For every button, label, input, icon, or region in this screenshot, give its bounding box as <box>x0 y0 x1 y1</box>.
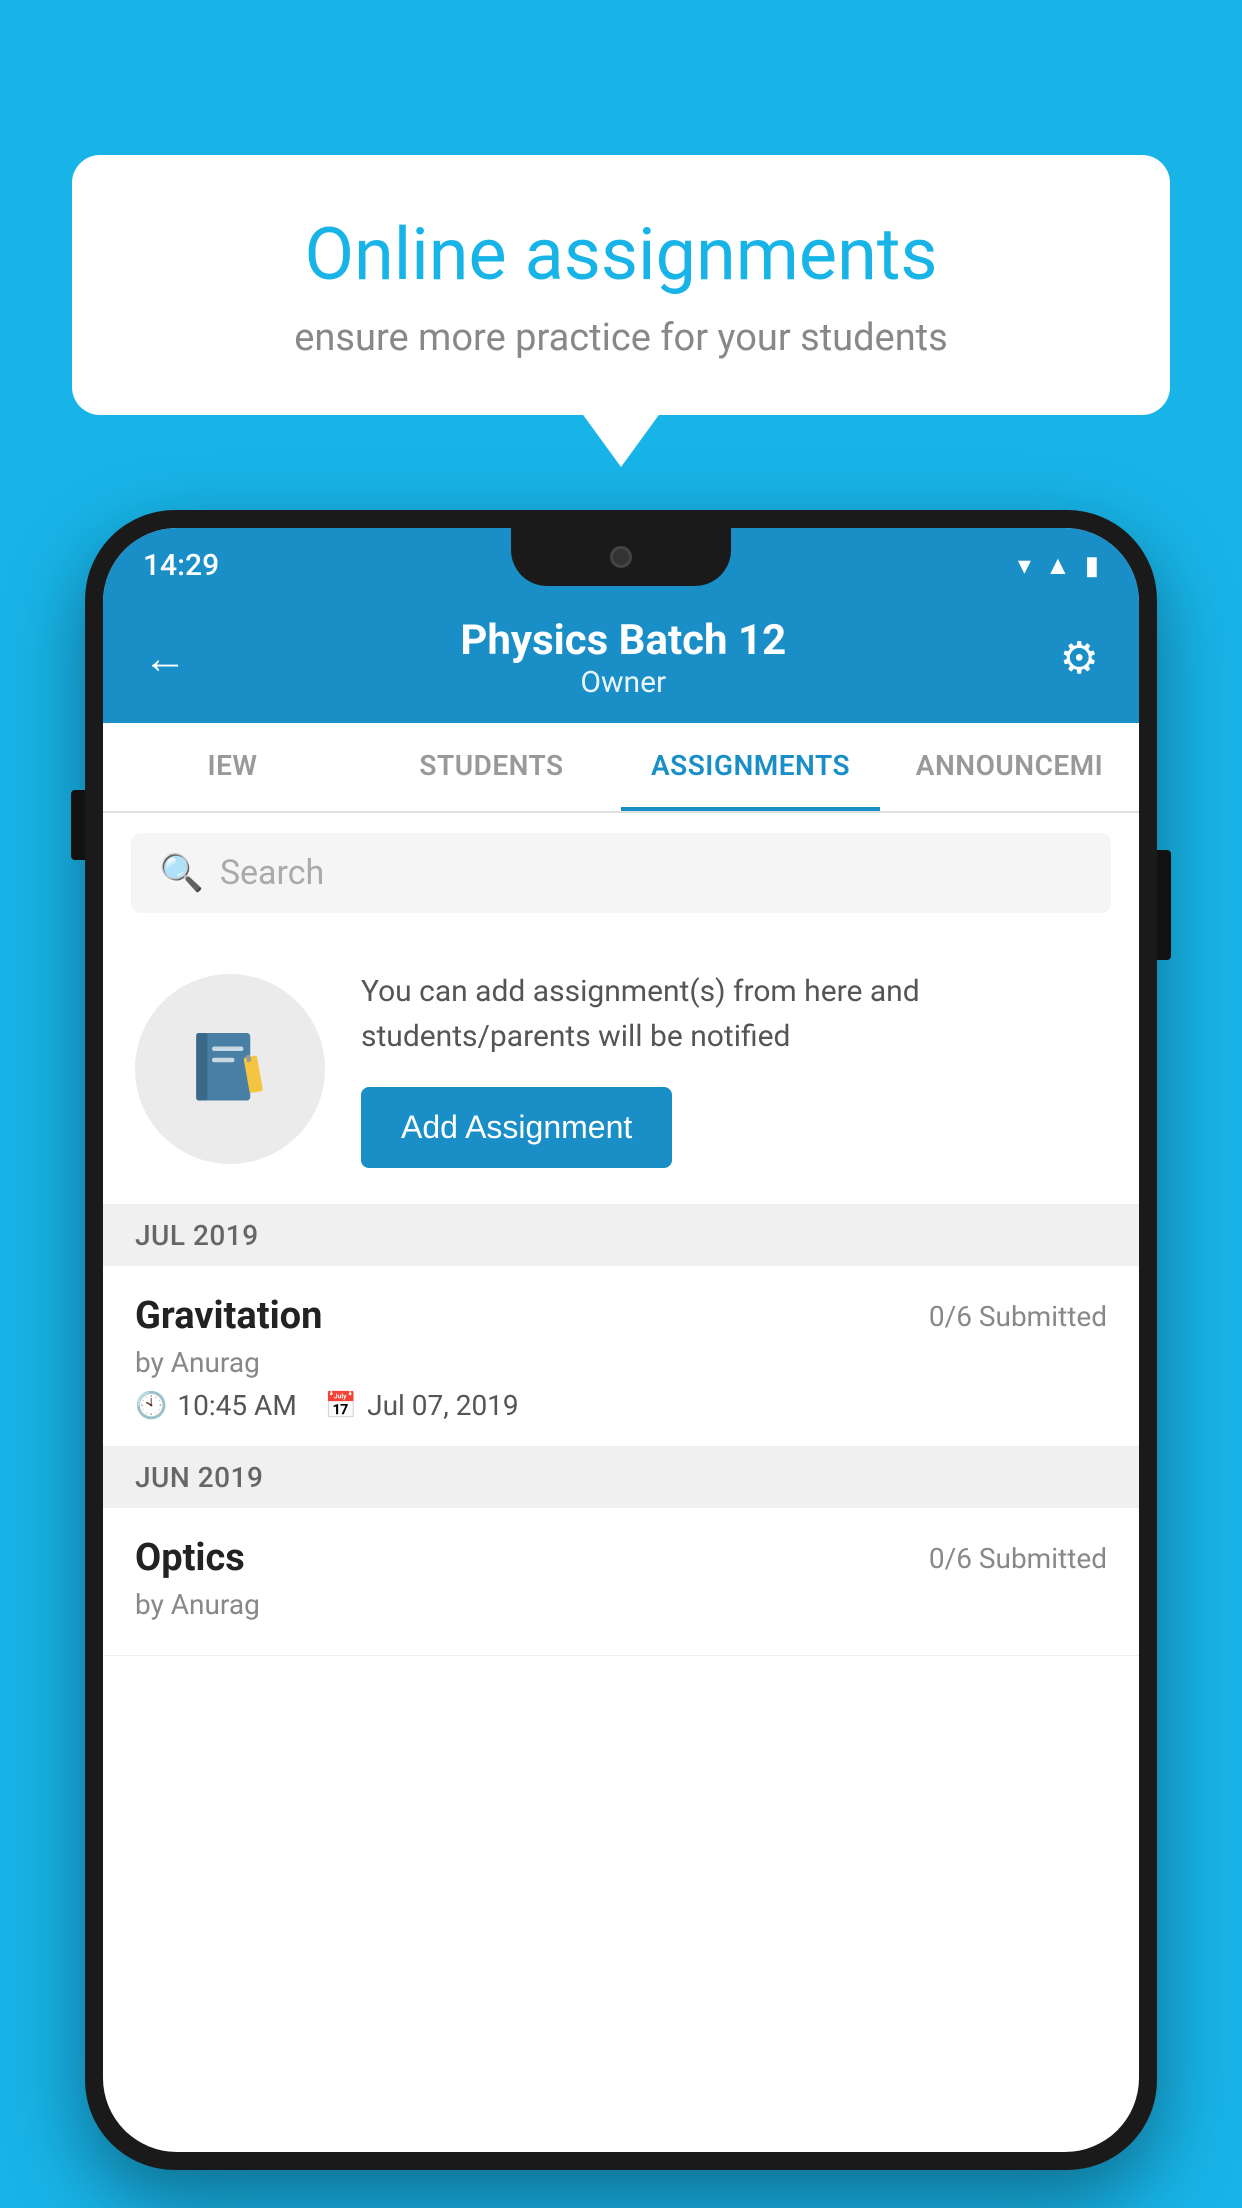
status-time: 14:29 <box>143 548 219 583</box>
assignment-row1-optics: Optics 0/6 Submitted <box>135 1536 1107 1580</box>
status-icons: ▾ ▲ ▮ <box>1018 550 1099 581</box>
phone-screen: 14:29 ▾ ▲ ▮ ← Physics Batch 12 Owner ⚙ I… <box>103 528 1139 2152</box>
tab-assignments[interactable]: ASSIGNMENTS <box>621 723 880 811</box>
assignment-item-gravitation[interactable]: Gravitation 0/6 Submitted by Anurag 🕙 10… <box>103 1266 1139 1447</box>
search-icon: 🔍 <box>159 852 204 894</box>
assignment-by-optics: by Anurag <box>135 1588 1107 1621</box>
header-title: Physics Batch 12 <box>460 616 786 665</box>
assignment-time-value: 10:45 AM <box>177 1389 296 1422</box>
tab-announcements[interactable]: ANNOUNCEMI <box>880 723 1139 811</box>
clock-icon: 🕙 <box>135 1391 167 1421</box>
header-subtitle: Owner <box>460 665 786 700</box>
search-bar[interactable]: 🔍 Search <box>131 833 1111 913</box>
tab-iew[interactable]: IEW <box>103 723 362 811</box>
assignment-date-gravitation: 📅 Jul 07, 2019 <box>325 1389 519 1422</box>
notebook-svg-icon <box>185 1024 275 1114</box>
section-header-jul: JUL 2019 <box>103 1205 1139 1266</box>
assignment-meta-gravitation: 🕙 10:45 AM 📅 Jul 07, 2019 <box>135 1389 1107 1422</box>
phone-container: 14:29 ▾ ▲ ▮ ← Physics Batch 12 Owner ⚙ I… <box>85 510 1157 2208</box>
signal-icon: ▲ <box>1045 550 1071 581</box>
back-button[interactable]: ← <box>143 632 187 684</box>
assignment-submitted-optics: 0/6 Submitted <box>929 1542 1107 1575</box>
camera-dot <box>610 546 632 568</box>
info-card-text-block: You can add assignment(s) from here and … <box>361 969 1107 1168</box>
speech-bubble-container: Online assignments ensure more practice … <box>72 155 1170 415</box>
assignment-name-optics: Optics <box>135 1536 245 1580</box>
speech-bubble-subtitle: ensure more practice for your students <box>142 316 1100 360</box>
tabs-bar: IEW STUDENTS ASSIGNMENTS ANNOUNCEMI <box>103 723 1139 813</box>
power-button <box>1157 850 1171 960</box>
volume-button <box>71 790 85 860</box>
notch <box>511 528 731 586</box>
add-assignment-button[interactable]: Add Assignment <box>361 1087 672 1168</box>
speech-bubble: Online assignments ensure more practice … <box>72 155 1170 415</box>
header-title-block: Physics Batch 12 Owner <box>460 616 786 700</box>
assignment-by-gravitation: by Anurag <box>135 1346 1107 1379</box>
calendar-icon: 📅 <box>325 1391 357 1421</box>
search-bar-container: 🔍 Search <box>103 813 1139 933</box>
speech-bubble-title: Online assignments <box>142 215 1100 294</box>
info-card: You can add assignment(s) from here and … <box>103 933 1139 1205</box>
assignment-row1: Gravitation 0/6 Submitted <box>135 1294 1107 1338</box>
assignment-item-optics[interactable]: Optics 0/6 Submitted by Anurag <box>103 1508 1139 1656</box>
battery-icon: ▮ <box>1085 551 1099 581</box>
settings-icon[interactable]: ⚙ <box>1060 632 1099 684</box>
assignment-submitted-gravitation: 0/6 Submitted <box>929 1300 1107 1333</box>
info-card-description: You can add assignment(s) from here and … <box>361 969 1107 1059</box>
assignment-name-gravitation: Gravitation <box>135 1294 322 1338</box>
phone-frame: 14:29 ▾ ▲ ▮ ← Physics Batch 12 Owner ⚙ I… <box>85 510 1157 2170</box>
app-header: ← Physics Batch 12 Owner ⚙ <box>103 593 1139 723</box>
assignment-date-value: Jul 07, 2019 <box>367 1389 519 1422</box>
notebook-icon-circle <box>135 974 325 1164</box>
tab-students[interactable]: STUDENTS <box>362 723 621 811</box>
section-header-jun: JUN 2019 <box>103 1447 1139 1508</box>
search-placeholder-text: Search <box>220 853 324 893</box>
assignment-time-gravitation: 🕙 10:45 AM <box>135 1389 297 1422</box>
wifi-icon: ▾ <box>1018 551 1031 581</box>
